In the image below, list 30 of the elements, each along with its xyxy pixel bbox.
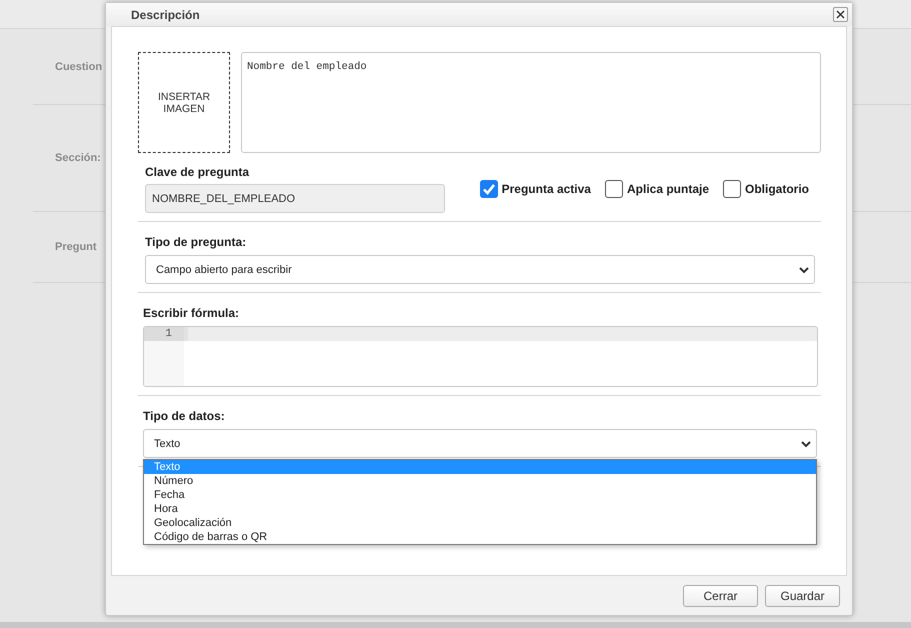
checkbox-label: Aplica puntaje <box>626 182 709 196</box>
formula-editor[interactable]: 1 <box>143 326 818 387</box>
close-icon <box>836 10 845 19</box>
close-dialog-button[interactable]: Cerrar <box>683 584 758 606</box>
insert-image-button[interactable]: INSERTAR IMAGEN <box>138 52 230 153</box>
field-label: Tipo de datos: <box>143 409 226 423</box>
dropdown-option[interactable]: Geolocalización <box>144 516 816 530</box>
field-label: Sección: <box>55 152 101 164</box>
checkbox-label: Pregunta activa <box>502 182 591 196</box>
checkbox[interactable] <box>604 180 623 198</box>
field-label: Escribir fórmula: <box>143 306 240 320</box>
dialog-title: Descripción <box>131 8 200 22</box>
description-field[interactable]: Nombre del empleado <box>241 52 821 153</box>
field-label: Cuestion <box>55 60 102 72</box>
field-label: Pregunt <box>55 241 97 253</box>
question-key-field[interactable]: NOMBRE_DEL_EMPLEADO <box>145 184 445 213</box>
question-type-select[interactable]: Campo abierto para escribir <box>145 255 815 284</box>
save-button[interactable]: Guardar <box>765 584 840 606</box>
dropdown-option[interactable]: Hora <box>144 502 816 516</box>
dropdown-option[interactable]: Fecha <box>144 488 816 502</box>
data-type-select[interactable]: Texto <box>143 429 817 458</box>
field-label: Clave de pregunta <box>145 165 250 179</box>
field-label: Tipo de pregunta: <box>145 235 248 249</box>
line-number: 1 <box>144 327 184 341</box>
close-button[interactable] <box>833 7 848 22</box>
dropdown-option[interactable]: Código de barras o QR <box>144 530 816 544</box>
checkbox[interactable] <box>480 180 498 198</box>
checkbox[interactable] <box>723 180 741 198</box>
checkbox-label: Obligatorio <box>745 182 809 196</box>
dropdown-option[interactable]: Número <box>144 474 816 488</box>
